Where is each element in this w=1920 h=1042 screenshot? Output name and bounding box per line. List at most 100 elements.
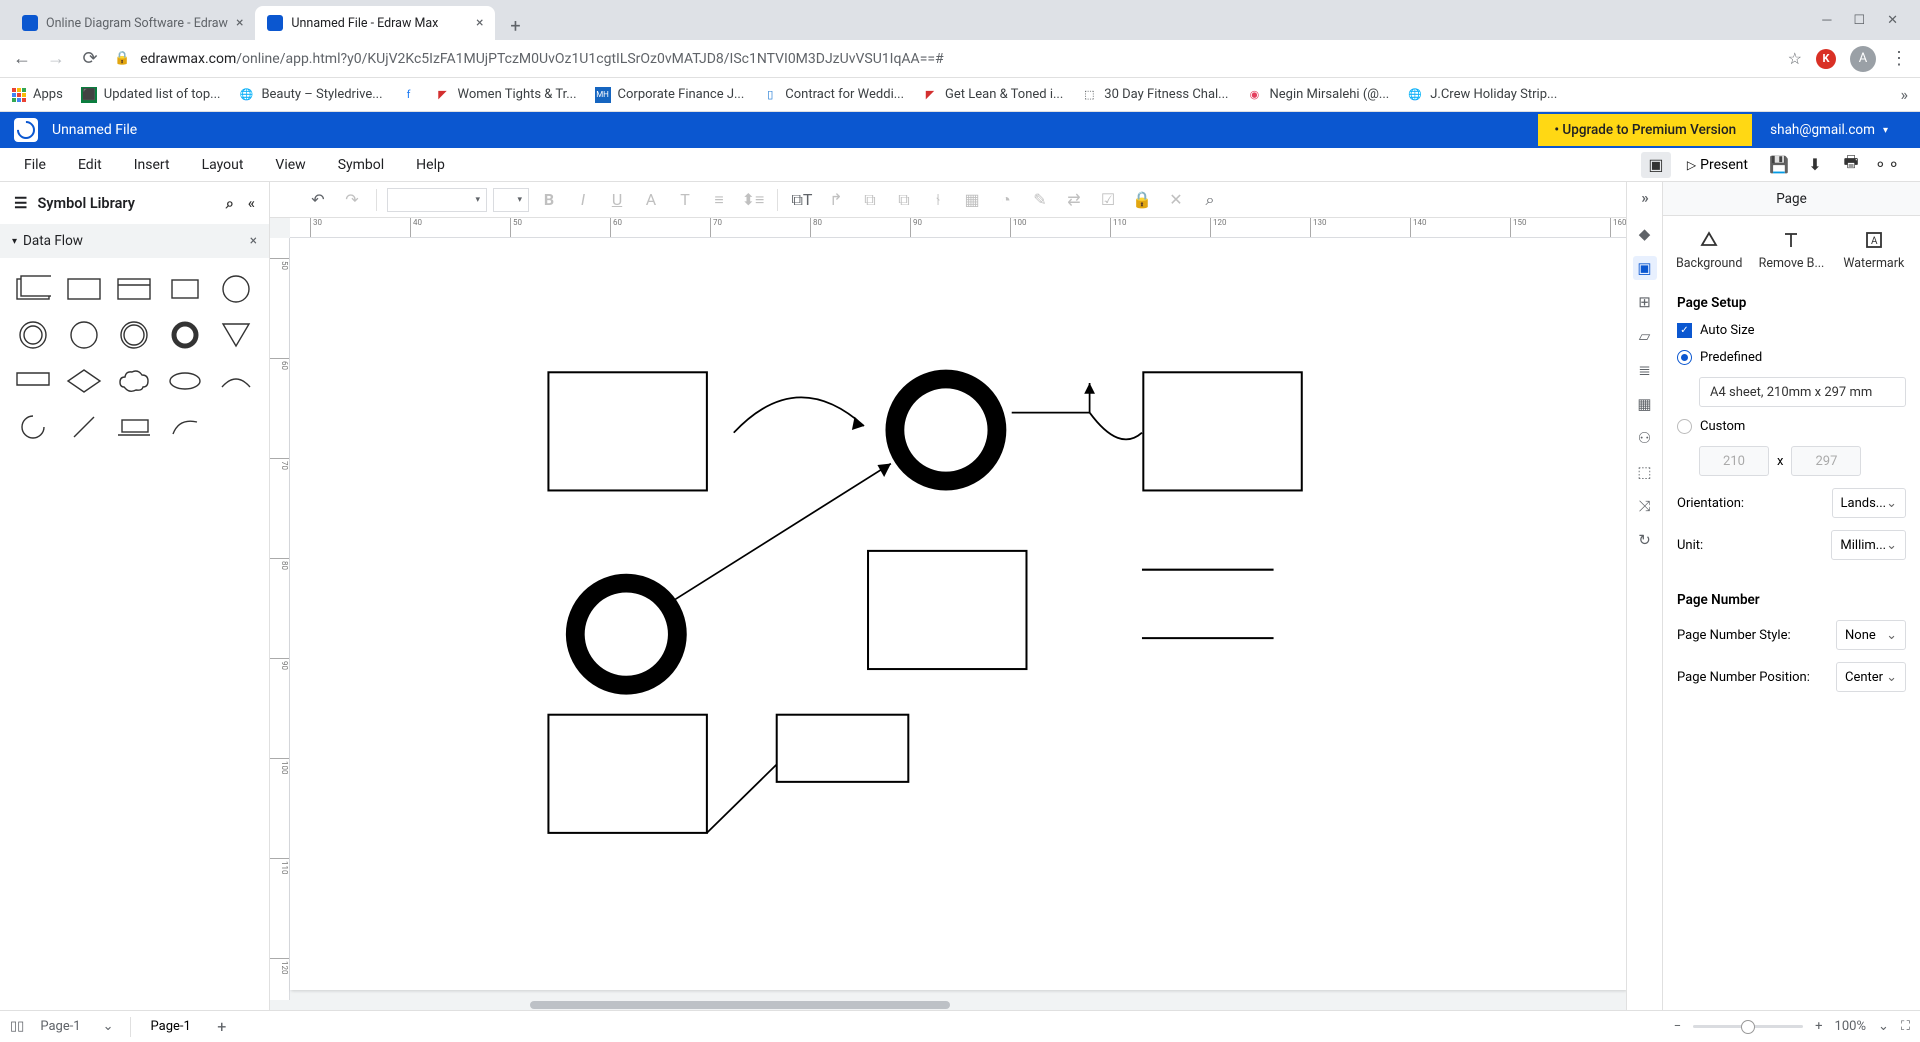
page-tool-icon[interactable]: ▣ (1633, 256, 1657, 280)
shape-circle[interactable] (212, 268, 259, 310)
browser-tab-2[interactable]: Unnamed File - Edraw Max × (255, 6, 495, 40)
menu-edit[interactable]: Edit (62, 148, 118, 181)
redo-icon[interactable]: ↷ (338, 187, 366, 213)
menu-insert[interactable]: Insert (118, 148, 186, 181)
url-field[interactable]: 🔒 edrawmax.com/online/app.html?y0/KUjV2K… (114, 51, 1774, 67)
extension-icon[interactable]: K (1816, 49, 1836, 69)
tab-watermark[interactable]: AWatermark (1836, 230, 1912, 271)
arrow-style-icon[interactable]: ⇄ (1060, 187, 1088, 213)
shape-double-circle[interactable] (10, 314, 57, 356)
view-mode-icon[interactable]: ▣ (1641, 152, 1671, 178)
line-spacing-icon[interactable]: ⬍≡ (739, 187, 767, 213)
shape-circle3[interactable] (111, 314, 158, 356)
minimize-icon[interactable]: ─ (1822, 12, 1831, 28)
search-icon[interactable]: ⌕ (226, 195, 234, 212)
shape-cloud[interactable] (111, 360, 158, 402)
symbol-category[interactable]: Data Flow × (0, 224, 269, 258)
shape-rect-small[interactable] (162, 268, 209, 310)
bookmark-item[interactable]: 🌐J.Crew Holiday Strip... (1407, 87, 1557, 103)
ungroup-icon[interactable]: ⧉ (890, 187, 918, 213)
bookmark-item[interactable]: ⬚30 Day Fitness Chal... (1081, 87, 1228, 103)
shuffle-icon[interactable]: ⤨ (1633, 494, 1657, 518)
shape-ellipse[interactable] (162, 360, 209, 402)
menu-icon[interactable]: ⋮ (1890, 48, 1908, 69)
font-size-select[interactable] (493, 188, 529, 212)
collapse-icon[interactable]: « (248, 195, 255, 212)
new-tab-button[interactable]: + (501, 12, 529, 40)
menu-file[interactable]: File (8, 148, 62, 181)
bookmark-item[interactable]: ◤Women Tights & Tr... (435, 87, 577, 103)
unit-select[interactable]: Millim... (1831, 530, 1906, 560)
distribute-icon[interactable]: ▦ (958, 187, 986, 213)
tab-remove-bg[interactable]: Remove B... (1753, 230, 1829, 271)
browser-tab-1[interactable]: Online Diagram Software - Edraw × (10, 6, 255, 40)
text-color-icon[interactable]: A (637, 187, 665, 213)
fullscreen-icon[interactable]: ⛶ (1901, 1019, 1910, 1034)
font-family-select[interactable] (387, 188, 487, 212)
pn-pos-select[interactable]: Center (1836, 662, 1906, 692)
horizontal-scrollbar[interactable] (290, 1000, 1626, 1010)
shape-note[interactable] (111, 406, 158, 448)
custom-radio[interactable]: Custom (1677, 419, 1906, 434)
bookmark-item[interactable]: ⬛Updated list of top... (81, 87, 221, 103)
pn-style-select[interactable]: None (1836, 620, 1906, 650)
shape-process[interactable] (10, 268, 57, 310)
zoom-dropdown-icon[interactable]: ⌄ (1878, 1019, 1889, 1034)
bookmark-item[interactable]: 🌐Beauty – Styledrive... (238, 87, 382, 103)
undo-icon[interactable]: ↶ (304, 187, 332, 213)
tab-background[interactable]: Background (1671, 230, 1747, 271)
autosize-checkbox[interactable]: ✓ Auto Size (1677, 323, 1906, 338)
layers-icon[interactable]: ≣ (1633, 358, 1657, 382)
lock-icon[interactable]: 🔒 (1128, 187, 1156, 213)
bookmark-star-icon[interactable]: ☆ (1788, 49, 1802, 68)
maximize-icon[interactable]: ☐ (1853, 13, 1865, 28)
image-tool-icon[interactable]: ▦ (1633, 392, 1657, 416)
page-dropdown[interactable]: Page-1 (30, 1019, 123, 1034)
align-left-icon[interactable]: ⫮ (924, 187, 952, 213)
present-button[interactable]: Present (1677, 152, 1758, 178)
zoom-slider[interactable] (1693, 1025, 1803, 1028)
italic-icon[interactable]: I (569, 187, 597, 213)
shape-arc[interactable] (212, 360, 259, 402)
shape-diamond[interactable] (61, 360, 108, 402)
align-icon[interactable]: ≡ (705, 187, 733, 213)
share-icon[interactable]: ⚬⚬ (1872, 152, 1902, 178)
layout-icon[interactable]: ▯▯ (10, 1019, 24, 1034)
menu-help[interactable]: Help (400, 148, 461, 181)
bookmark-item[interactable]: f (401, 87, 417, 103)
forward-button[interactable]: → (46, 49, 66, 69)
drawing-canvas[interactable] (290, 238, 1626, 990)
connector-icon[interactable]: ↱ (822, 187, 850, 213)
tools-icon[interactable]: ✕ (1162, 187, 1190, 213)
paper-size-select[interactable]: A4 sheet, 210mm x 297 mm (1699, 377, 1906, 407)
org-tool-icon[interactable]: ⬚ (1633, 460, 1657, 484)
group-icon[interactable]: ⧉ (856, 187, 884, 213)
fill-tool-icon[interactable]: ◆ (1633, 222, 1657, 246)
shape-rect[interactable] (61, 268, 108, 310)
bookmark-item[interactable]: ◉Negin Mirsalehi (@... (1246, 87, 1389, 103)
shape-circle2[interactable] (61, 314, 108, 356)
page-tab[interactable]: Page-1 (137, 1019, 205, 1034)
search-icon[interactable]: ⌕ (1196, 187, 1224, 213)
edit-icon[interactable]: ☑ (1094, 187, 1122, 213)
shape-rect-div[interactable] (111, 268, 158, 310)
history-icon[interactable]: ↻ (1633, 528, 1657, 552)
shape-triangle[interactable] (212, 314, 259, 356)
bookmarks-overflow-icon[interactable]: » (1901, 85, 1909, 104)
shape-half-circle[interactable] (10, 406, 57, 448)
menu-layout[interactable]: Layout (186, 148, 260, 181)
text-style-icon[interactable]: T (671, 187, 699, 213)
close-icon[interactable]: × (250, 233, 257, 249)
profile-avatar[interactable]: A (1850, 46, 1876, 72)
bookmark-item[interactable]: ▯Contract for Weddi... (762, 87, 904, 103)
menu-view[interactable]: View (259, 148, 321, 181)
text-tool-icon[interactable]: ⧉T (788, 187, 816, 213)
zoom-in-button[interactable]: + (1815, 1019, 1822, 1034)
orientation-select[interactable]: Lands... (1832, 488, 1906, 518)
shape-line[interactable] (61, 406, 108, 448)
download-icon[interactable]: ⬇ (1800, 152, 1830, 178)
grid-tool-icon[interactable]: ⊞ (1633, 290, 1657, 314)
shape-curve[interactable] (162, 406, 209, 448)
underline-icon[interactable]: U (603, 187, 631, 213)
bold-icon[interactable]: B (535, 187, 563, 213)
